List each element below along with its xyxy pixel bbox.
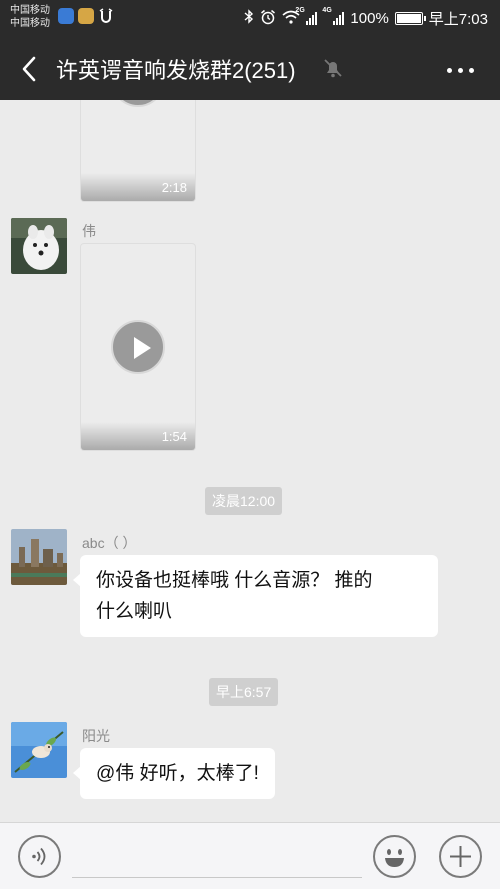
play-icon — [111, 320, 165, 374]
alarm-app-icon — [98, 8, 114, 29]
photo-app-icon — [78, 8, 94, 24]
bluetooth-icon — [244, 9, 254, 28]
video-message[interactable]: 1:54 — [80, 243, 196, 451]
sender-name: 阳光 — [82, 728, 110, 744]
avatar[interactable] — [11, 529, 67, 585]
alarm-icon — [260, 9, 276, 29]
emoji-button[interactable] — [373, 835, 416, 878]
signal-4g-icon: 4G — [322, 7, 345, 25]
voice-button[interactable] — [18, 835, 61, 878]
clock: 早上7:03 — [428, 11, 488, 28]
sender-name: 伟 — [82, 223, 96, 239]
message-text-line: @伟 好听，太棒了! — [96, 763, 259, 784]
timestamp: 早上6:57 — [209, 678, 279, 706]
city-avatar-image — [11, 529, 67, 585]
input-bar — [0, 822, 500, 889]
play-icon — [111, 100, 165, 107]
message-text-line: 什么喇叭 — [96, 601, 173, 622]
carrier-labels: 中国移动 中国移动 — [10, 4, 50, 30]
bird-avatar-image — [11, 722, 67, 778]
message-input[interactable] — [72, 835, 362, 878]
plus-icon — [450, 846, 471, 867]
status-bar: 中国移动 中国移动 2G 4G 100% 早上7:03 — [0, 0, 500, 36]
chevron-left-icon — [22, 56, 36, 82]
more-button[interactable] — [440, 60, 480, 80]
voice-icon — [32, 847, 46, 866]
dog-avatar-image — [11, 218, 67, 274]
more-dots-icon — [446, 67, 452, 73]
message-bubble[interactable]: @伟 好听，太棒了! — [73, 748, 275, 799]
chat-header: 许英谔音响发烧群2(251) — [0, 36, 500, 100]
avatar[interactable] — [11, 722, 67, 778]
emoji-icon — [385, 849, 404, 867]
carrier-1: 中国移动 — [10, 5, 50, 16]
battery-icon — [394, 12, 426, 25]
message-text-line: 你设备也挺棒哦 什么音源？ 推的 — [96, 570, 373, 591]
status-right: 2G 4G 100% 早上7:03 — [244, 7, 488, 29]
shield-app-icon — [58, 8, 74, 24]
back-button[interactable] — [18, 54, 44, 84]
message-bubble[interactable]: 你设备也挺棒哦 什么音源？ 推的 什么喇叭 — [73, 555, 438, 637]
notification-icons — [58, 8, 114, 29]
message-list[interactable]: 2:18 伟 1:54 凌晨12:00 abc（ ） 你设备也挺棒哦 什么音源？… — [0, 100, 500, 822]
avatar[interactable] — [11, 218, 67, 274]
video-duration: 1:54 — [161, 429, 187, 444]
timestamp: 凌晨12:00 — [205, 487, 283, 515]
signal-2g-icon: 2G — [295, 7, 318, 25]
battery-percent: 100% — [350, 10, 389, 27]
video-duration: 2:18 — [161, 180, 187, 195]
bell-off-icon — [322, 57, 344, 84]
carrier-2: 中国移动 — [10, 18, 50, 29]
video-message[interactable]: 2:18 — [80, 100, 196, 202]
sender-name: abc（ ） — [82, 535, 137, 551]
plus-button[interactable] — [439, 835, 482, 878]
chat-title: 许英谔音响发烧群2(251) — [56, 58, 296, 83]
